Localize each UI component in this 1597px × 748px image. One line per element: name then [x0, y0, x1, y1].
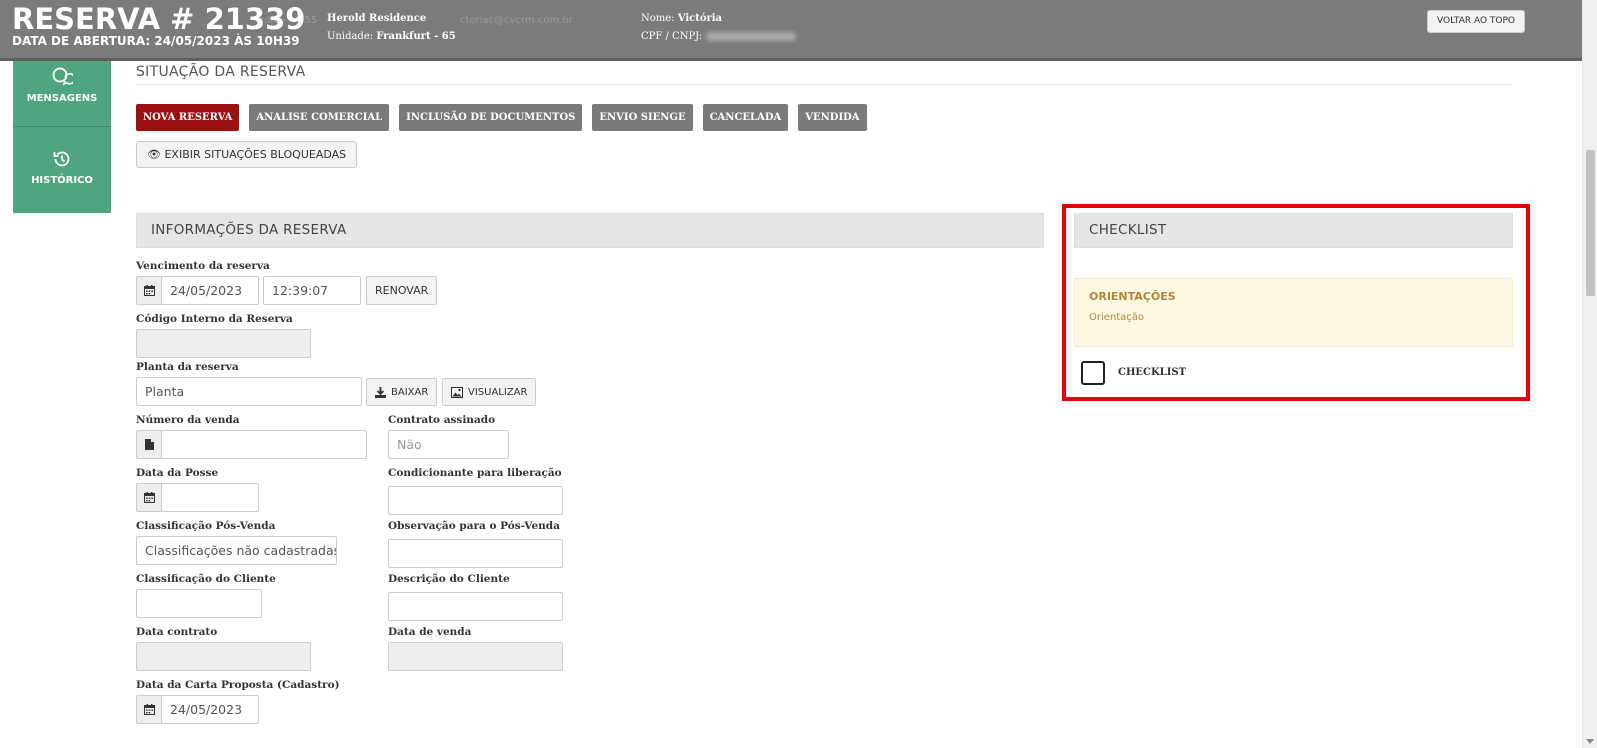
floor-plan-input[interactable]: Planta: [136, 377, 362, 406]
internal-code-label: Código Interno da Reserva: [136, 313, 293, 325]
view-label: VISUALIZAR: [468, 386, 528, 398]
status-buttons: NOVA RESERVA ANALISE COMERCIAL INCLUSÃO …: [136, 104, 867, 131]
contract-date-label: Data contrato: [136, 626, 218, 638]
back-to-top-button[interactable]: VOLTAR AO TOPO: [1427, 10, 1525, 33]
opening-date: DATA DE ABERTURA: 24/05/2023 ÀS 10H39: [12, 34, 300, 48]
release-condition-label: Condicionante para liberação: [388, 467, 562, 479]
eye-icon: 👁: [147, 148, 161, 161]
messages-icon: [52, 67, 73, 86]
contract-signed-label: Contrato assinado: [388, 414, 496, 426]
status-envio-sienge-button[interactable]: ENVIO SIENGE: [592, 104, 693, 131]
contract-signed-select[interactable]: Não: [388, 430, 509, 459]
header-ghost-email: ctoriac@cvcrm.com.br: [460, 15, 573, 26]
download-icon: [375, 386, 386, 398]
status-cancelada-button[interactable]: CANCELADA: [702, 104, 789, 131]
sale-number-label: Número da venda: [136, 414, 240, 426]
client-desc-label: Descrição do Cliente: [388, 573, 510, 585]
post-sale-obs-input[interactable]: [388, 539, 563, 568]
redacted-document: [706, 32, 797, 41]
reservation-header: edio - - +55 ctoriac@cvcrm.com.br RESERV…: [0, 0, 1582, 61]
client-class-label: Classificação do Cliente: [136, 573, 276, 585]
due-time-input[interactable]: 12:39:07: [263, 276, 361, 305]
possession-date-input[interactable]: [161, 483, 259, 512]
download-label: BAIXAR: [391, 386, 429, 398]
proposal-date-input[interactable]: 24/05/2023: [161, 695, 259, 724]
sale-date-label: Data de venda: [388, 626, 472, 638]
image-icon: [451, 386, 463, 398]
calendar-icon: [136, 695, 162, 724]
status-inclusao-documentos-button[interactable]: INCLUSÃO DE DOCUMENTOS: [399, 104, 583, 131]
highlight-box: [1062, 204, 1530, 401]
show-blocked-statuses-button[interactable]: 👁 EXIBIR SITUAÇÕES BLOQUEADAS: [136, 141, 358, 168]
nav-history[interactable]: HISTÓRICO: [13, 127, 111, 213]
nav-messages[interactable]: MENSAGENS: [13, 61, 111, 127]
status-section-title: SITUAÇÃO DA RESERVA: [136, 64, 306, 80]
post-sale-class-select[interactable]: Classificações não cadastradas: [136, 536, 337, 565]
download-button[interactable]: BAIXAR: [366, 378, 438, 406]
client-document: CPF / CNPJ:: [641, 31, 797, 42]
history-icon: [53, 151, 70, 167]
status-nova-reserva-button[interactable]: NOVA RESERVA: [136, 104, 240, 131]
status-analise-comercial-button[interactable]: ANALISE COMERCIAL: [249, 104, 390, 131]
development-name: Herold Residence: [327, 13, 427, 24]
proposal-date-label: Data da Carta Proposta (Cadastro): [136, 679, 340, 691]
calendar-icon: [136, 483, 162, 512]
post-sale-class-label: Classificação Pós-Venda: [136, 520, 276, 532]
nav-messages-label: MENSAGENS: [26, 93, 98, 104]
status-vendida-button[interactable]: VENDIDA: [798, 104, 867, 131]
file-icon: [136, 430, 162, 459]
view-button[interactable]: VISUALIZAR: [442, 378, 537, 406]
client-desc-input[interactable]: [388, 592, 563, 621]
scrollbar-thumb[interactable]: [1586, 150, 1595, 296]
client-class-input[interactable]: [136, 589, 262, 618]
renew-button[interactable]: RENOVAR: [366, 276, 438, 305]
section-divider: [136, 84, 1513, 85]
client-name: Nome: Victória: [641, 13, 723, 24]
release-condition-input[interactable]: [388, 486, 563, 515]
floor-plan-label: Planta da reserva: [136, 361, 239, 373]
internal-code-input: [136, 329, 311, 358]
due-date-label: Vencimento da reserva: [136, 260, 270, 272]
sale-date-input: [388, 642, 563, 671]
due-date-input[interactable]: 24/05/2023: [161, 276, 259, 305]
unit-info: Unidade: Frankfurt - 65: [327, 31, 456, 42]
scroll-down-arrow-icon[interactable]: [1586, 739, 1594, 744]
side-navigation: MENSAGENS HISTÓRICO: [13, 61, 111, 213]
calendar-icon: [136, 276, 162, 305]
page-scrollbar[interactable]: [1582, 0, 1597, 748]
post-sale-obs-label: Observação para o Pós-Venda: [388, 520, 560, 532]
show-blocked-label: EXIBIR SITUAÇÕES BLOQUEADAS: [164, 148, 347, 161]
reservation-info-header: INFORMAÇÕES DA RESERVA: [136, 213, 1044, 248]
nav-history-label: HISTÓRICO: [31, 175, 93, 186]
contract-date-input: [136, 642, 311, 671]
sale-number-input[interactable]: [161, 430, 367, 459]
possession-date-label: Data da Posse: [136, 467, 219, 479]
page-title: RESERVA # 21339: [12, 2, 306, 36]
